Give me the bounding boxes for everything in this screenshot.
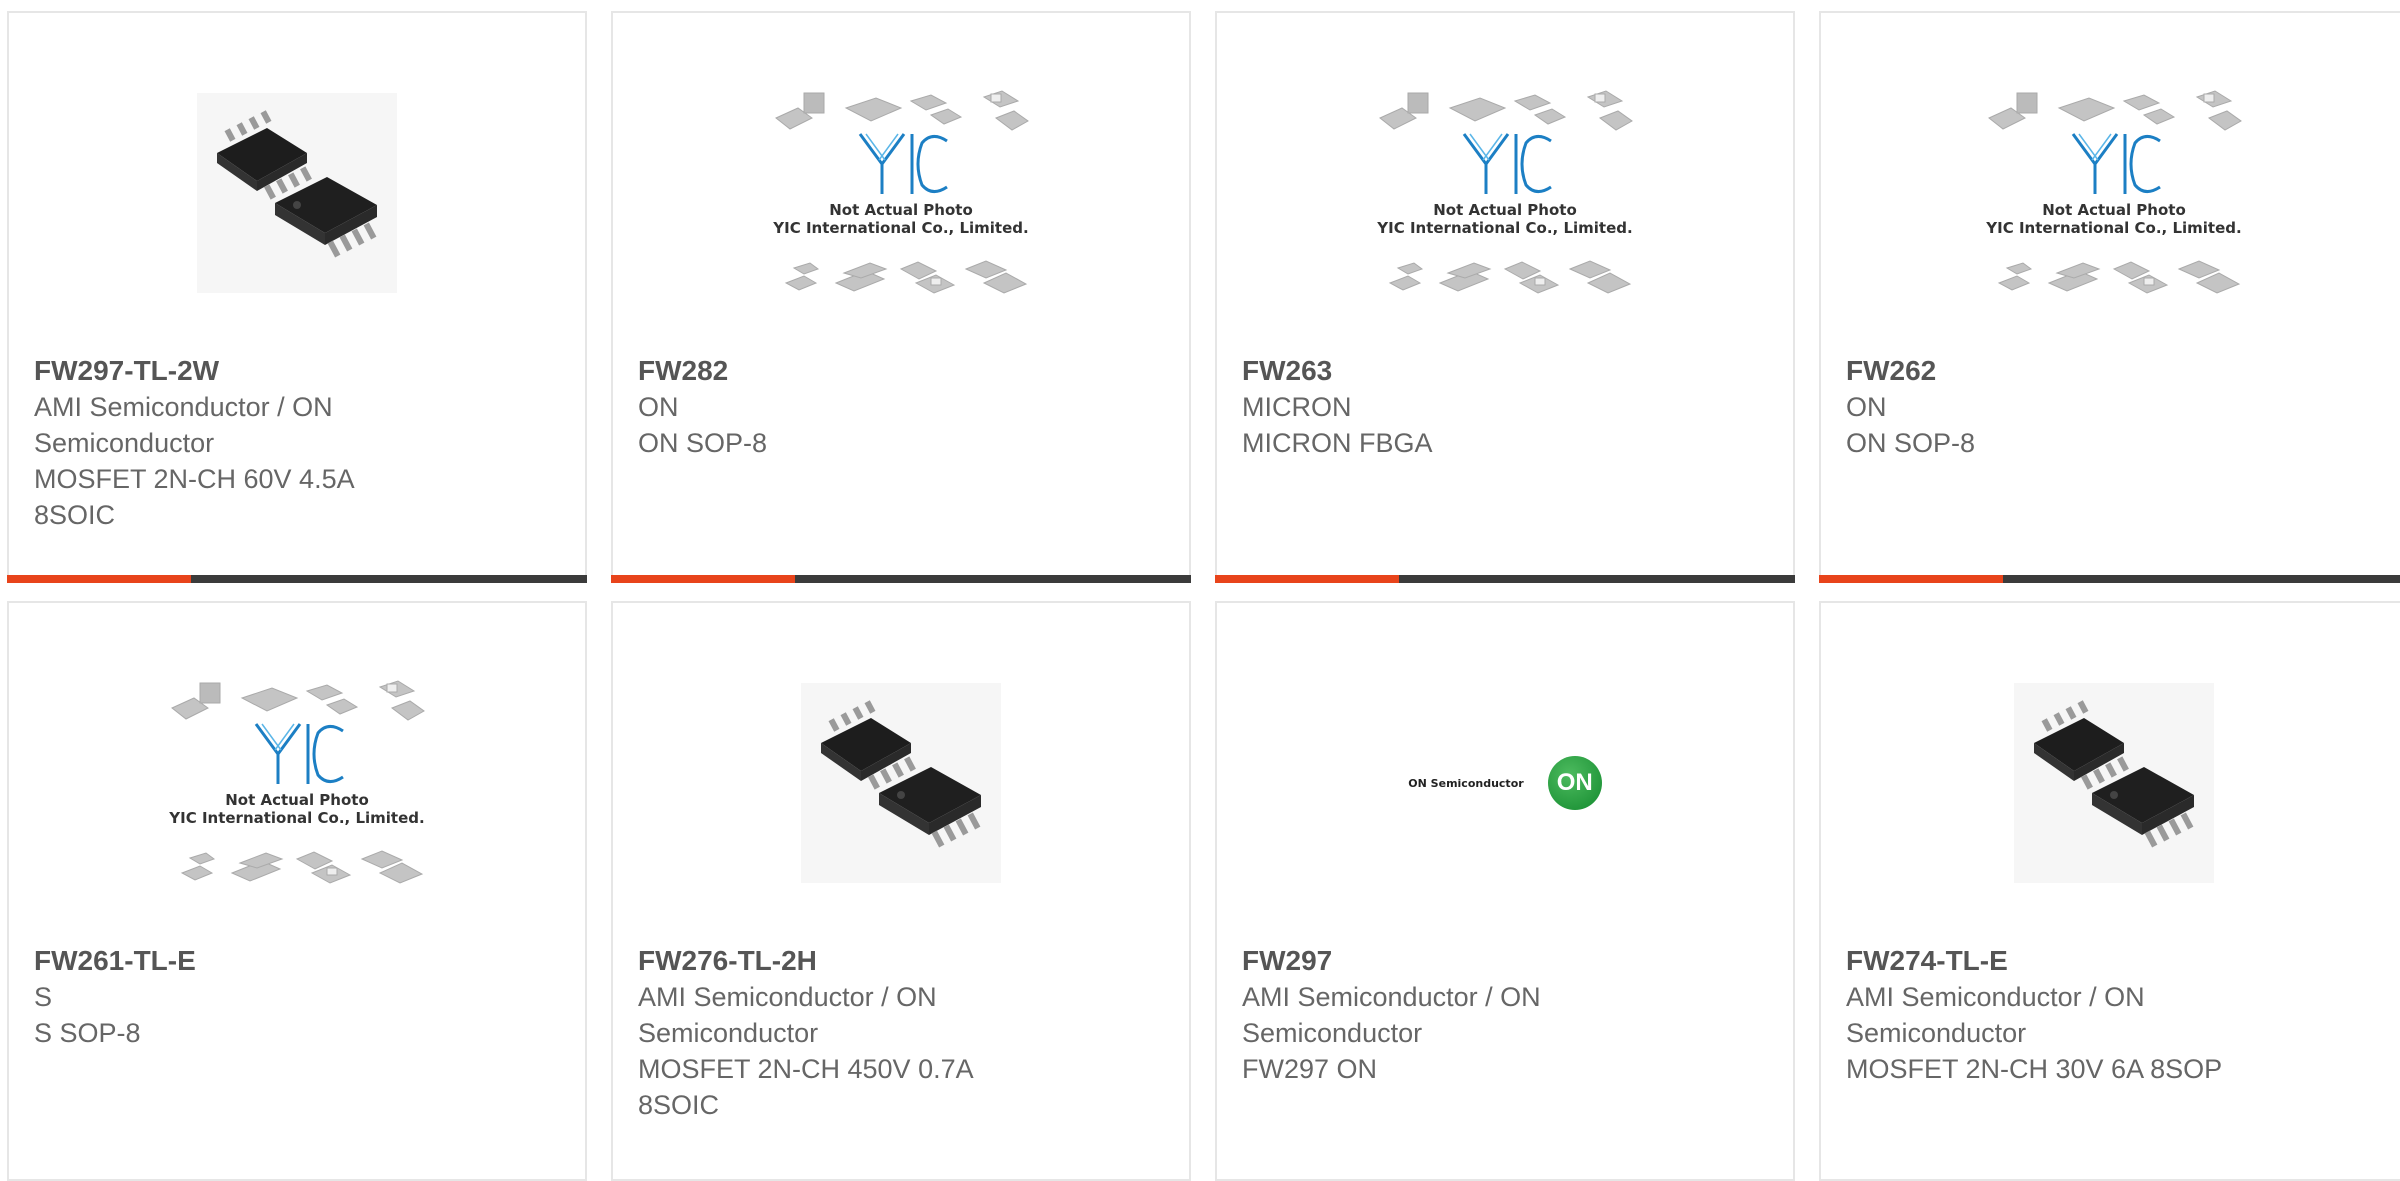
part-number[interactable]: FW297 bbox=[1242, 943, 1773, 979]
part-number[interactable]: FW262 bbox=[1846, 353, 2387, 389]
product-card[interactable]: Not Actual Photo YIC International Co., L… bbox=[7, 601, 587, 1181]
yic-logo-icon bbox=[1456, 129, 1556, 199]
manufacturer: ON bbox=[638, 392, 679, 422]
on-logo-text: ON Semiconductor bbox=[1408, 776, 1524, 790]
soic-chip-icon bbox=[217, 110, 377, 258]
manufacturer: MICRON bbox=[1242, 392, 1352, 422]
placeholder-image: Not Actual Photo YIC International Co., L… bbox=[162, 663, 432, 903]
placeholder-company: YIC International Co., Limited. bbox=[1377, 219, 1633, 237]
placeholder-image: Not Actual Photo YIC International Co., L… bbox=[766, 73, 1036, 313]
part-number[interactable]: FW282 bbox=[638, 353, 1169, 389]
yic-logo-icon bbox=[852, 129, 952, 199]
soic-package-photo bbox=[801, 683, 1001, 883]
description: ON SOP-8 bbox=[1846, 428, 1976, 458]
placeholder-image: Not Actual Photo YIC International Co., L… bbox=[1370, 73, 1640, 313]
manufacturer: AMI Semiconductor / ON Semiconductor bbox=[1846, 982, 2145, 1048]
product-card[interactable]: Not Actual Photo YIC International Co., L… bbox=[1215, 11, 1795, 583]
part-number[interactable]: FW263 bbox=[1242, 353, 1773, 389]
card-footer-bar bbox=[7, 575, 587, 583]
product-card[interactable]: FW276-TL-2H AMI Semiconductor / ON Semic… bbox=[611, 601, 1191, 1181]
part-number[interactable]: FW261-TL-E bbox=[34, 943, 565, 979]
manufacturer: ON bbox=[1846, 392, 1887, 422]
product-grid: FW297-TL-2W AMI Semiconductor / ON Semic… bbox=[0, 0, 2400, 1181]
card-footer-bar bbox=[611, 575, 1191, 583]
product-image[interactable]: Not Actual Photo YIC International Co., L… bbox=[1821, 73, 2400, 313]
yic-logo-icon bbox=[248, 719, 348, 789]
manufacturer: AMI Semiconductor / ON Semiconductor bbox=[34, 392, 333, 458]
on-logo-mark: ON bbox=[1547, 756, 1602, 810]
card-footer-bar bbox=[1819, 575, 2400, 583]
manufacturer: AMI Semiconductor / ON Semiconductor bbox=[1242, 982, 1541, 1048]
description: MOSFET 2N-CH 60V 4.5A 8SOIC bbox=[34, 464, 354, 530]
product-image[interactable]: Not Actual Photo YIC International Co., L… bbox=[1217, 73, 1793, 313]
description: MOSFET 2N-CH 30V 6A 8SOP bbox=[1846, 1054, 2223, 1084]
product-image[interactable] bbox=[613, 663, 1189, 903]
product-image[interactable] bbox=[1821, 663, 2400, 903]
product-card[interactable]: FW297-TL-2W AMI Semiconductor / ON Semic… bbox=[7, 11, 587, 583]
placeholder-image: Not Actual Photo YIC International Co., L… bbox=[1979, 73, 2249, 313]
on-semiconductor-logo: ON Semiconductor ON bbox=[1408, 756, 1602, 810]
manufacturer: AMI Semiconductor / ON Semiconductor bbox=[638, 982, 937, 1048]
placeholder-caption: Not Actual Photo bbox=[225, 791, 369, 809]
soic-package-photo bbox=[197, 93, 397, 293]
product-image[interactable] bbox=[9, 73, 585, 313]
placeholder-caption: Not Actual Photo bbox=[829, 201, 973, 219]
product-image[interactable]: Not Actual Photo YIC International Co., L… bbox=[9, 663, 585, 903]
part-number[interactable]: FW276-TL-2H bbox=[638, 943, 1169, 979]
placeholder-company: YIC International Co., Limited. bbox=[1986, 219, 2242, 237]
product-card[interactable]: Not Actual Photo YIC International Co., L… bbox=[611, 11, 1191, 583]
manufacturer: S bbox=[34, 982, 53, 1012]
description: MOSFET 2N-CH 450V 0.7A 8SOIC bbox=[638, 1054, 973, 1120]
card-footer-bar bbox=[1215, 575, 1795, 583]
yic-logo-icon bbox=[2065, 129, 2165, 199]
placeholder-company: YIC International Co., Limited. bbox=[169, 809, 425, 827]
description: MICRON FBGA bbox=[1242, 428, 1433, 458]
soic-chip-icon bbox=[2034, 700, 2194, 848]
placeholder-caption: Not Actual Photo bbox=[1433, 201, 1577, 219]
description: FW297 ON bbox=[1242, 1054, 1378, 1084]
soic-chip-icon bbox=[821, 700, 981, 848]
placeholder-caption: Not Actual Photo bbox=[2042, 201, 2186, 219]
description: S SOP-8 bbox=[34, 1018, 141, 1048]
product-card[interactable]: Not Actual Photo YIC International Co., L… bbox=[1819, 11, 2400, 583]
product-image[interactable]: ON Semiconductor ON bbox=[1217, 663, 1793, 903]
soic-package-photo bbox=[2014, 683, 2214, 883]
product-card[interactable]: FW274-TL-E AMI Semiconductor / ON Semico… bbox=[1819, 601, 2400, 1181]
part-number[interactable]: FW274-TL-E bbox=[1846, 943, 2387, 979]
placeholder-company: YIC International Co., Limited. bbox=[773, 219, 1029, 237]
product-card[interactable]: ON Semiconductor ON FW297 AMI Semiconduc… bbox=[1215, 601, 1795, 1181]
description: ON SOP-8 bbox=[638, 428, 768, 458]
product-image[interactable]: Not Actual Photo YIC International Co., L… bbox=[613, 73, 1189, 313]
part-number[interactable]: FW297-TL-2W bbox=[34, 353, 565, 389]
